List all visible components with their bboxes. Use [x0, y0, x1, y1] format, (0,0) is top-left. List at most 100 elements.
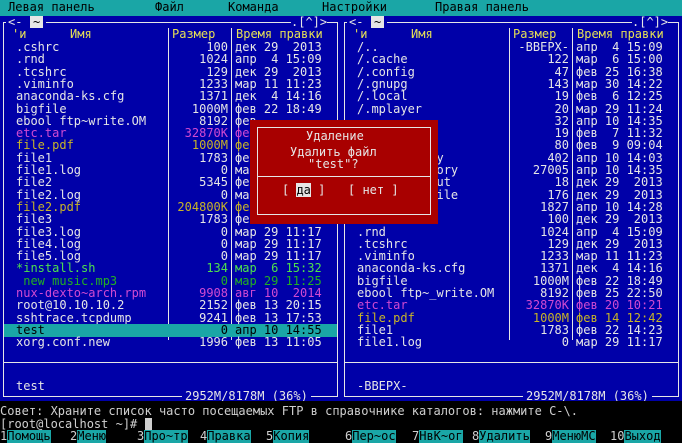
file-name: ebool ftp~write.OM	[16, 114, 147, 128]
file-size: 8192	[540, 287, 569, 300]
file-size: 0	[220, 225, 228, 239]
file-size: 0	[220, 250, 228, 264]
file-name: bigfile	[357, 274, 408, 288]
file-row[interactable]: file3.log 0 мар 29 11:17	[0, 226, 341, 239]
file-row[interactable]: test 0 апр 10 14:55	[4, 323, 337, 337]
file-row[interactable]: .tcshrc 129 дек 29 2013	[0, 66, 341, 79]
fkey-label: Удалить	[479, 430, 530, 443]
file-row[interactable]: sshtrace.tcpdump 9241 фев 13 17:53	[0, 312, 341, 325]
column-header-size[interactable]: Размер	[172, 28, 215, 41]
dialog-separator	[258, 176, 430, 177]
column-header-time[interactable]: Время правки	[577, 28, 664, 41]
fkey-6[interactable]: 6Пер~ос	[345, 430, 396, 443]
file-row[interactable]: anaconda-ks.cfg 1371 дек 4 14:16	[341, 262, 682, 275]
fkey-2[interactable]: 2Меню	[70, 430, 107, 443]
file-size: 80	[554, 139, 569, 153]
column-header-size[interactable]: Размер	[513, 28, 556, 41]
column-header-flag[interactable]: 'и	[353, 28, 367, 41]
fkey-8[interactable]: 8Удалить	[472, 430, 530, 443]
fkey-label: МенюМС	[552, 430, 596, 443]
column-header-name[interactable]: Имя	[70, 28, 92, 41]
dialog-title: Удаление	[302, 130, 368, 143]
file-size: 402	[547, 151, 569, 165]
file-name: .viminfo	[357, 250, 415, 264]
file-row[interactable]: /.gnupg 143 мар 30 14:22	[341, 78, 682, 91]
file-row[interactable]: ebool ftp~_write.OM 8192 фев 25 22:50	[341, 287, 682, 300]
file-row[interactable]: /.mplayer 20 мар 29 11:24	[341, 103, 682, 116]
file-row[interactable]: .viminfo 1233 мар 11 11:23	[0, 78, 341, 91]
file-mtime: дек 4 14:16	[576, 262, 663, 276]
no-button[interactable]: [ нет ]	[348, 184, 399, 197]
fkey-5[interactable]: 5Копия	[266, 430, 310, 443]
file-name: .viminfo	[16, 77, 74, 91]
file-size: 1000M	[191, 102, 228, 116]
fkey-3[interactable]: 3Про~тр	[137, 430, 188, 443]
file-name: .cshrc	[16, 41, 60, 54]
file-row[interactable]: .tcshrc 129 дек 29 2013	[341, 238, 682, 251]
file-name: /.config	[357, 65, 415, 79]
file-name: test	[16, 323, 45, 337]
file-size: 143	[547, 77, 569, 91]
yes-button[interactable]: [ да ]	[282, 183, 325, 197]
file-name: *install.sh	[16, 262, 96, 276]
fkey-label: Помощь	[7, 430, 51, 443]
file-row[interactable]: new music.mp3 0 мар 29 11:25	[0, 275, 341, 288]
file-row[interactable]: /.cache 122 мар 6 15:00	[341, 53, 682, 66]
column-header-flag[interactable]: 'и	[12, 28, 26, 41]
status-separator	[3, 362, 338, 363]
fkey-10[interactable]: 10Выход	[610, 430, 661, 443]
file-mtime: авг 10 2014	[235, 287, 322, 300]
file-row[interactable]: bigfile 1000M фев 22 18:49	[0, 103, 341, 116]
file-size: 1233	[540, 250, 569, 264]
fkey-label: Выход	[624, 430, 661, 443]
file-row[interactable]: bigfile 1000M фев 22 18:49	[341, 275, 682, 288]
file-name: /.local	[357, 90, 408, 104]
file-row[interactable]: file5.log 0 мар 29 11:17	[0, 250, 341, 263]
file-name: /..	[357, 41, 379, 54]
file-mtime: мар 6 15:32	[235, 262, 322, 276]
menu-item-1[interactable]: Файл	[155, 1, 184, 14]
file-row[interactable]: /.local 19 фев 6 12:25	[341, 90, 682, 103]
file-row[interactable]: file4.log 0 мар 29 11:17	[0, 238, 341, 251]
file-row[interactable]: nux-dexto~arch.rpm 9908 авг 10 2014	[0, 287, 341, 300]
column-header-time[interactable]: Время правки	[236, 28, 323, 41]
fkey-4[interactable]: 4Правка	[200, 430, 251, 443]
file-row[interactable]: xorg.conf.new 1996 фев 13 11:05	[0, 336, 341, 349]
file-name: file2.log	[16, 188, 82, 202]
file-row[interactable]: file1 1783 фев 22 14:23	[341, 324, 682, 337]
file-size: 100	[547, 213, 569, 227]
file-row[interactable]: root@10.10.10.2 2152 фев 13 20:15	[0, 299, 341, 312]
menu-item-4[interactable]: Правая панель	[435, 1, 529, 14]
panel-status-name: test	[16, 379, 45, 393]
fkey-7[interactable]: 7НвК~ог	[412, 430, 463, 443]
file-row[interactable]: file.pdf 1000M фев 14 12:42	[341, 312, 682, 325]
fkey-9[interactable]: 9МенюМС	[545, 430, 596, 443]
file-row[interactable]: .rnd 1024 апр 4 15:09	[0, 53, 341, 66]
file-size: 18	[554, 176, 569, 190]
file-row[interactable]: .viminfo 1233 мар 11 11:23	[341, 250, 682, 263]
fkey-label: Копия	[273, 430, 310, 443]
file-mtime: дек 29 2013	[576, 176, 663, 190]
menu-item-2[interactable]: Команда	[228, 1, 279, 14]
file-row[interactable]: /.config 47 фев 25 16:38	[341, 66, 682, 79]
file-size: 1024	[199, 53, 228, 67]
file-name: .rnd	[16, 53, 45, 67]
file-size: 32870K	[184, 127, 228, 141]
file-row[interactable]: .cshrc 100 дек 29 2013	[0, 41, 341, 54]
file-row[interactable]: file1.log 0 мар 29 11:17	[341, 336, 682, 349]
file-size: 122	[547, 53, 569, 67]
file-size: 9241	[199, 311, 228, 325]
file-row[interactable]: .rnd 1024 апр 4 15:09	[341, 226, 682, 239]
file-row[interactable]: /.. -ВВЕРХ-апр 4 15:09	[341, 41, 682, 54]
fkey-1[interactable]: 1Помощь	[0, 430, 51, 443]
file-row[interactable]: etc.tar 32870K фев 20 10:21	[341, 299, 682, 312]
file-row[interactable]: anaconda-ks.cfg 1371 дек 4 14:16	[0, 90, 341, 103]
file-mtime: мар 29 11:24	[576, 102, 663, 116]
menu-item-3[interactable]: Настройки	[322, 1, 387, 14]
file-name: file2	[16, 176, 53, 190]
panel-status-name: -ВВЕРХ-	[357, 379, 408, 393]
file-mtime: апр 10 14:35	[576, 164, 663, 177]
column-header-name[interactable]: Имя	[411, 28, 433, 41]
file-row[interactable]: *install.sh 134 мар 6 15:32	[0, 262, 341, 275]
menu-item-0[interactable]: Левая панель	[8, 1, 95, 14]
